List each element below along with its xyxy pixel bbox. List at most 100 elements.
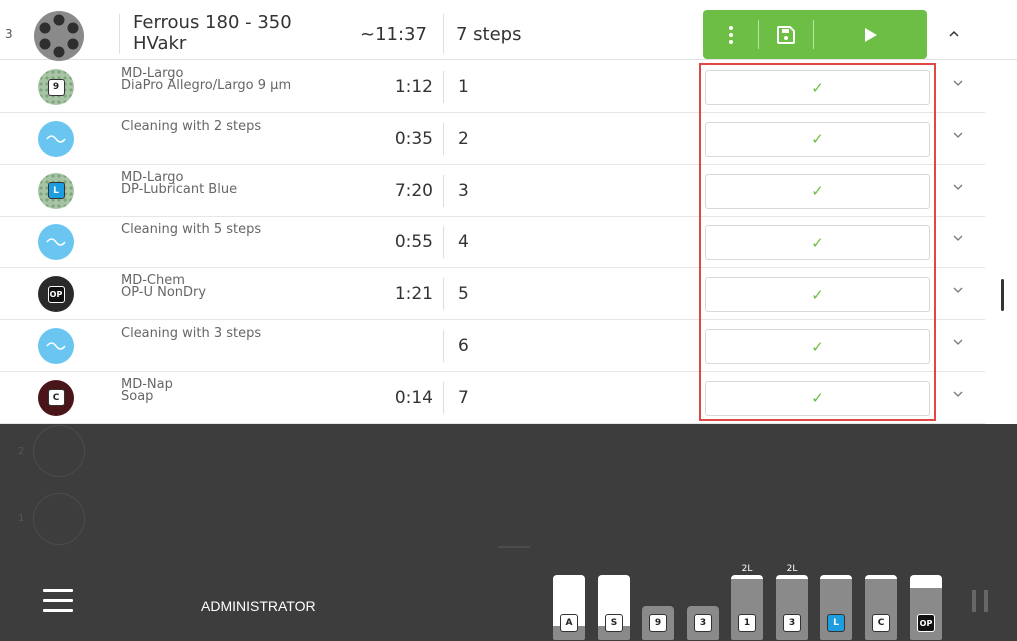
- status-highlight: [699, 63, 936, 421]
- divider: [443, 14, 444, 54]
- step-time: 0:14: [394, 387, 433, 408]
- divider: [443, 226, 444, 259]
- save-icon: [777, 25, 795, 44]
- bottle-cap: [731, 575, 763, 579]
- bottle-label: 3: [694, 614, 712, 632]
- bottle-volume: 2L: [741, 564, 753, 574]
- chevron-down-icon: [953, 391, 963, 397]
- scrollbar[interactable]: [1001, 279, 1004, 311]
- action-bar: [703, 10, 927, 59]
- method-title-line1: Ferrous 180 - 350: [133, 12, 292, 33]
- chevron-down-icon: [953, 287, 963, 294]
- expand-step-button[interactable]: [950, 129, 966, 145]
- bottle-cap: [820, 575, 852, 579]
- consumable-bottle[interactable]: C: [865, 575, 897, 640]
- pause-button[interactable]: [972, 590, 990, 612]
- expand-step-button[interactable]: [950, 388, 966, 404]
- expand-step-button[interactable]: [950, 181, 966, 197]
- step-count: 7 steps: [456, 24, 522, 45]
- chevron-down-icon: [953, 184, 963, 190]
- consumable-badge: L: [47, 182, 65, 200]
- consumable-bottle[interactable]: L: [820, 575, 852, 640]
- step-number: 3: [458, 180, 469, 201]
- step-number: 2: [458, 128, 469, 149]
- chevron-down-icon: [953, 235, 963, 242]
- bottle-volume: 2L: [786, 564, 798, 574]
- bottle-label: A: [560, 614, 578, 632]
- empty-slot[interactable]: [33, 425, 85, 477]
- bottle-cap: [865, 575, 897, 579]
- consumable-bottle[interactable]: 3: [776, 575, 808, 640]
- bottle-label: 1: [738, 614, 756, 632]
- chevron-up-icon: [949, 30, 959, 37]
- chevron-down-icon: [953, 132, 963, 138]
- expand-step-button[interactable]: [950, 77, 966, 93]
- disc-icon: [38, 120, 74, 157]
- cleaning-icon: [46, 342, 66, 350]
- step-consumable: DP-Lubricant Blue: [121, 181, 238, 197]
- empty-slot[interactable]: [33, 493, 85, 545]
- cleaning-icon: [46, 135, 66, 143]
- step-surface: Cleaning with 2 steps: [121, 118, 262, 134]
- step-time: 0:35: [394, 128, 433, 149]
- disc-icon: C: [38, 379, 74, 416]
- method-index: 3: [5, 27, 13, 41]
- method-panel: 3 Ferrous 180 - 350 HVakr ~11:37 7 steps: [0, 0, 1017, 424]
- main-menu-button[interactable]: [43, 589, 73, 613]
- step-number: 5: [458, 284, 469, 305]
- step-surface: Cleaning with 5 steps: [121, 222, 262, 238]
- step-time: 1:12: [394, 77, 433, 97]
- consumable-badge: OP: [47, 285, 65, 303]
- holder-icon: [34, 11, 84, 61]
- play-icon: [864, 27, 877, 42]
- bottle-label: OP: [917, 614, 935, 632]
- consumable-bottle[interactable]: 9: [642, 606, 674, 640]
- divider: [443, 278, 444, 311]
- drag-handle[interactable]: [498, 546, 530, 548]
- bottle-cap: [776, 575, 808, 579]
- method-title: Ferrous 180 - 350 HVakr: [133, 12, 292, 54]
- consumable-bottle[interactable]: OP: [910, 575, 942, 640]
- cleaning-icon: [46, 238, 66, 247]
- bottle-level: [910, 575, 942, 588]
- more-options-button[interactable]: [703, 10, 758, 59]
- divider: [443, 122, 444, 155]
- disc-icon: [38, 328, 74, 364]
- step-consumable: OP-U NonDry: [121, 285, 207, 301]
- expand-step-button[interactable]: [950, 232, 966, 248]
- bottle-label: C: [872, 614, 890, 632]
- divider: [443, 174, 444, 207]
- disc-icon: 9: [38, 69, 74, 105]
- step-time: 0:55: [394, 232, 433, 253]
- method-header[interactable]: 3 Ferrous 180 - 350 HVakr ~11:37 7 steps: [0, 0, 1017, 61]
- total-time: ~11:37: [360, 24, 427, 45]
- bottle-label: 9: [649, 614, 667, 632]
- step-number: 1: [458, 77, 469, 97]
- divider: [119, 14, 120, 54]
- divider: [443, 381, 444, 414]
- consumable-bottle[interactable]: 1: [731, 575, 763, 640]
- consumable-bottle[interactable]: S: [598, 575, 630, 640]
- step-number: 4: [458, 232, 469, 253]
- step-time: 7:20: [394, 180, 433, 201]
- collapse-button[interactable]: [944, 25, 964, 45]
- run-button[interactable]: [814, 10, 927, 59]
- bottle-label: S: [605, 614, 623, 632]
- bottle-label: L: [827, 614, 845, 632]
- disc-icon: [38, 224, 74, 261]
- step-time: 1:21: [394, 284, 433, 305]
- consumable-badge: 9: [47, 78, 65, 96]
- expand-step-button[interactable]: [950, 336, 966, 352]
- step-number: 6: [458, 336, 469, 356]
- save-button[interactable]: [759, 10, 813, 59]
- step-surface: Cleaning with 3 steps: [121, 326, 262, 341]
- expand-step-button[interactable]: [950, 284, 966, 300]
- consumable-badge: C: [47, 389, 65, 407]
- bottle-label: 3: [783, 614, 801, 632]
- more-vertical-icon: [728, 25, 733, 44]
- disc-icon: L: [38, 172, 74, 209]
- user-role: ADMINISTRATOR: [201, 598, 316, 614]
- consumable-bottle[interactable]: A: [553, 575, 585, 640]
- consumable-bottle[interactable]: 3: [687, 606, 719, 640]
- step-number: 7: [458, 387, 469, 408]
